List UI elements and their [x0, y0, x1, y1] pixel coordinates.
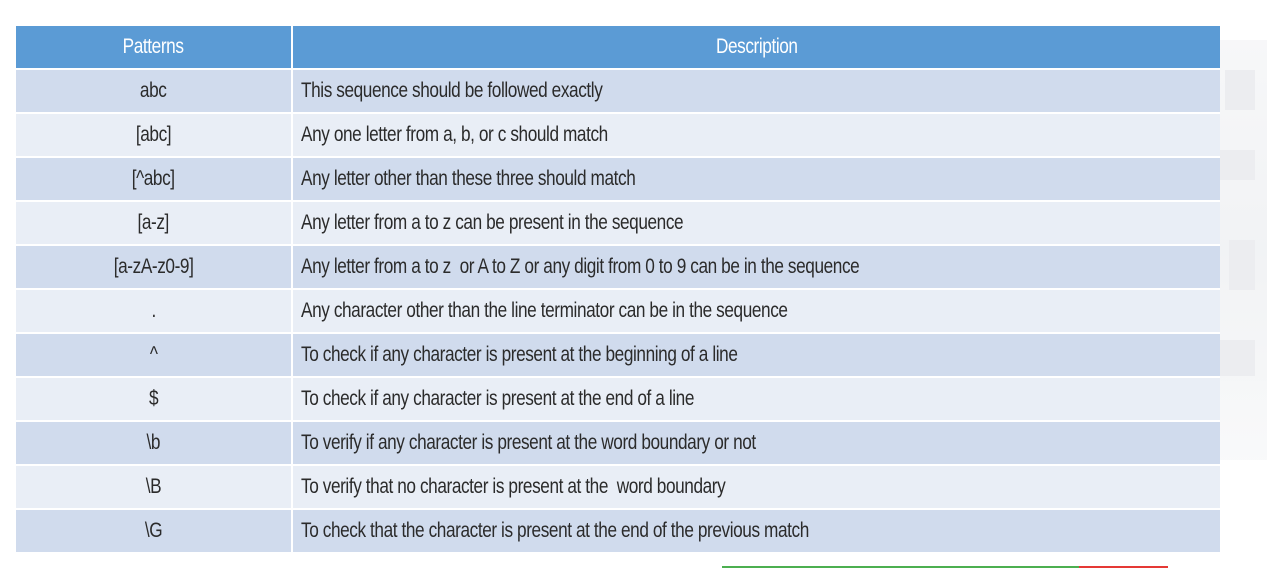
- table-row: ^ To check if any character is present a…: [16, 333, 1220, 378]
- slide-page: Patterns Description abc This sequence s…: [0, 0, 1267, 568]
- description-cell: To check if any character is present at …: [292, 333, 1220, 378]
- pattern-text: abc: [140, 79, 167, 102]
- table-row: . Any character other than the line term…: [16, 289, 1220, 334]
- table-row: \B To verify that no character is presen…: [16, 465, 1220, 510]
- description-cell: This sequence should be followed exactly: [292, 69, 1220, 114]
- pattern-text: \B: [145, 475, 162, 498]
- pattern-text: \G: [144, 519, 163, 542]
- table-row: $ To check if any character is present a…: [16, 377, 1220, 422]
- pattern-text: [^abc]: [132, 167, 175, 190]
- header-patterns-label: Patterns: [123, 35, 184, 58]
- pattern-cell: $: [16, 377, 293, 422]
- description-text: Any letter from a to z can be present in…: [301, 211, 684, 234]
- table-row: [^abc] Any letter other than these three…: [16, 157, 1220, 202]
- pattern-text: [a-z]: [137, 211, 170, 234]
- pattern-cell: [abc]: [16, 113, 293, 158]
- regex-patterns-table: Patterns Description abc This sequence s…: [16, 26, 1220, 554]
- pattern-cell: \b: [16, 421, 293, 466]
- description-cell: To verify that no character is present a…: [292, 465, 1220, 510]
- pattern-text: .: [151, 299, 156, 322]
- pattern-text: \b: [146, 431, 161, 454]
- pattern-cell: abc: [16, 69, 293, 114]
- pattern-cell: [^abc]: [16, 157, 293, 202]
- description-cell: Any letter other than these three should…: [292, 157, 1220, 202]
- pattern-cell: [a-z]: [16, 201, 293, 246]
- pattern-text: ^: [149, 343, 158, 366]
- header-description-label: Description: [715, 35, 798, 58]
- pattern-cell: [a-zA-z0-9]: [16, 245, 293, 290]
- pattern-text: [abc]: [135, 123, 172, 146]
- description-text: To verify that no character is present a…: [301, 475, 726, 498]
- pattern-cell: \G: [16, 509, 293, 554]
- header-description: Description: [292, 26, 1220, 70]
- description-text: To verify if any character is present at…: [301, 431, 756, 454]
- table-row: \b To verify if any character is present…: [16, 421, 1220, 466]
- description-cell: To check if any character is present at …: [292, 377, 1220, 422]
- pattern-cell: .: [16, 289, 293, 334]
- table-row: [a-zA-z0-9] Any letter from a to z or A …: [16, 245, 1220, 290]
- description-cell: To verify if any character is present at…: [292, 421, 1220, 466]
- description-cell: Any letter from a to z or A to Z or any …: [292, 245, 1220, 290]
- description-cell: Any one letter from a, b, or c should ma…: [292, 113, 1220, 158]
- description-cell: Any character other than the line termin…: [292, 289, 1220, 334]
- description-text: To check that the character is present a…: [301, 519, 809, 542]
- pattern-text: [a-zA-z0-9]: [113, 255, 194, 278]
- description-text: To check if any character is present at …: [301, 343, 738, 366]
- description-text: Any letter other than these three should…: [301, 167, 636, 190]
- description-text: Any one letter from a, b, or c should ma…: [301, 123, 608, 146]
- table-row: [abc] Any one letter from a, b, or c sho…: [16, 113, 1220, 158]
- table-header-row: Patterns Description: [16, 26, 1220, 70]
- pattern-text: $: [148, 387, 159, 410]
- description-text: Any letter from a to z or A to Z or any …: [301, 255, 860, 278]
- table-row: abc This sequence should be followed exa…: [16, 69, 1220, 114]
- table-row: \G To check that the character is presen…: [16, 509, 1220, 554]
- description-cell: Any letter from a to z can be present in…: [292, 201, 1220, 246]
- pattern-cell: ^: [16, 333, 293, 378]
- description-text: Any character other than the line termin…: [301, 299, 788, 322]
- table-row: [a-z] Any letter from a to z can be pres…: [16, 201, 1220, 246]
- description-text: This sequence should be followed exactly: [301, 79, 603, 102]
- description-text: To check if any character is present at …: [301, 387, 695, 410]
- header-patterns: Patterns: [16, 26, 293, 70]
- description-cell: To check that the character is present a…: [292, 509, 1220, 554]
- pattern-cell: \B: [16, 465, 293, 510]
